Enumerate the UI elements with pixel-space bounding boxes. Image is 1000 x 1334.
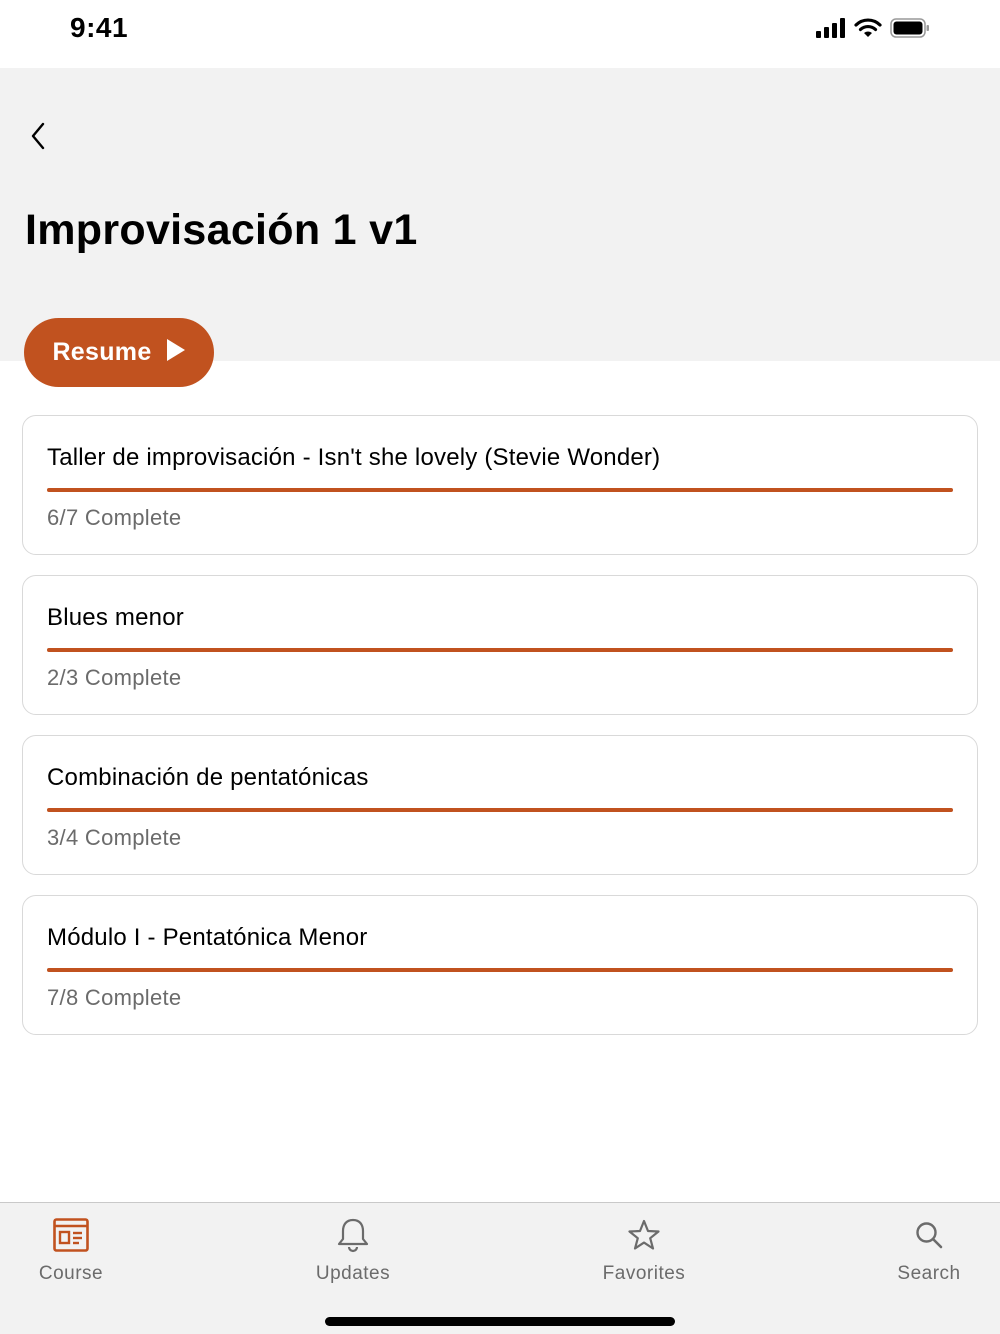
module-progress-fill	[47, 968, 953, 972]
tab-search-label: Search	[897, 1263, 961, 1284]
tab-course-label: Course	[38, 1263, 104, 1284]
module-status: 2/3 Complete	[47, 665, 182, 690]
battery-icon	[890, 18, 930, 43]
module-card[interactable]: Combinación de pentatónicas 3/4 Complete	[22, 735, 978, 875]
bell-icon	[336, 1215, 370, 1255]
module-title: Combinación de pentatónicas	[47, 764, 369, 791]
page-title: Improvisación 1 v1	[25, 206, 418, 254]
module-progress-fill	[47, 648, 953, 652]
course-icon	[53, 1215, 89, 1255]
module-progress-bar	[47, 488, 953, 492]
search-icon	[914, 1215, 944, 1255]
home-indicator	[325, 1317, 675, 1326]
module-card[interactable]: Blues menor 2/3 Complete	[22, 575, 978, 715]
module-list: Taller de improvisación - Isn't she love…	[22, 415, 978, 1055]
module-progress-fill	[47, 488, 953, 492]
module-card[interactable]: Taller de improvisación - Isn't she love…	[22, 415, 978, 555]
tab-bar: Course Updates Favorites Search	[0, 1202, 1000, 1334]
play-icon	[166, 338, 186, 367]
tab-updates-label: Updates	[315, 1263, 391, 1284]
module-progress-bar	[47, 808, 953, 812]
tab-favorites[interactable]: Favorites	[574, 1215, 714, 1285]
tab-search[interactable]: Search	[859, 1215, 999, 1285]
status-icons	[816, 18, 930, 43]
status-bar: 9:41	[0, 0, 1000, 68]
module-title: Taller de improvisación - Isn't she love…	[47, 444, 661, 471]
star-icon	[627, 1215, 661, 1255]
resume-button-label: Resume	[52, 338, 152, 366]
tab-favorites-label: Favorites	[602, 1263, 686, 1284]
tab-updates[interactable]: Updates	[283, 1215, 423, 1285]
resume-button[interactable]: Resume	[24, 318, 214, 387]
module-progress-bar	[47, 968, 953, 972]
module-status: 6/7 Complete	[47, 505, 182, 530]
module-title: Blues menor	[47, 604, 184, 631]
back-button[interactable]	[20, 120, 56, 156]
module-status: 3/4 Complete	[47, 825, 182, 850]
wifi-icon	[854, 18, 882, 43]
chevron-left-icon	[30, 122, 46, 155]
module-title: Módulo I - Pentatónica Menor	[47, 924, 368, 951]
cellular-signal-icon	[816, 18, 846, 43]
module-status: 7/8 Complete	[47, 985, 182, 1010]
tab-course[interactable]: Course	[1, 1215, 141, 1285]
module-progress-fill	[47, 808, 953, 812]
module-progress-bar	[47, 648, 953, 652]
module-card[interactable]: Módulo I - Pentatónica Menor 7/8 Complet…	[22, 895, 978, 1035]
status-time: 9:41	[70, 12, 129, 43]
